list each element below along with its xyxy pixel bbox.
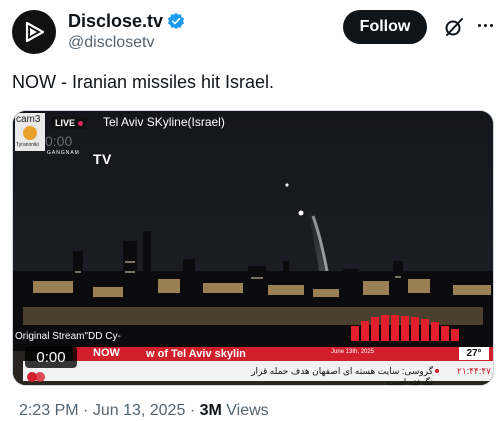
channel-logo: GANGNAM TV: [47, 150, 111, 168]
ticker-red-dot: [435, 369, 439, 373]
cam-badge: cam3 Tyranoniki: [15, 113, 45, 151]
channel-name: TV: [93, 151, 112, 167]
channel-mark-icon: [27, 372, 45, 382]
live-label: LIVE: [55, 118, 76, 128]
cam-logo-icon: [23, 126, 37, 140]
cam-sub: Tyranoniki: [16, 142, 39, 148]
ticker-persian: گروسی: سایت هسته ای اصفهان هدف حمله قرار…: [251, 366, 433, 386]
ticker-now: NOW: [93, 347, 120, 359]
ticker-headline: w of Tel Aviv skylin: [146, 348, 246, 360]
ticker-temp: 27°: [459, 347, 489, 360]
ticker-number: ۲۱:۴۴:۴۷: [457, 366, 492, 376]
views-label: Views: [226, 402, 269, 419]
views-count[interactable]: 3M: [200, 402, 222, 419]
meta-separator: ·: [189, 402, 196, 419]
display-name[interactable]: Disclose.tv: [68, 11, 163, 32]
play-play-icon: [25, 21, 45, 43]
ticker-top-bar: [73, 347, 493, 361]
stream-title: Tel Aviv SKyline(Israel): [103, 115, 225, 129]
tweet-header: Disclose.tv @disclosetv Follow: [12, 8, 493, 56]
faint-time: 0:00: [45, 133, 73, 149]
avatar[interactable]: [12, 10, 56, 54]
tweet-text: NOW - Iranian missiles hit Israel.: [12, 72, 275, 92]
news-ticker: NOW w of Tel Aviv skylin June 13th, 2025…: [13, 347, 493, 385]
channel-small: GANGNAM: [47, 150, 80, 156]
original-stream-label: Original Stream"DD Cy-: [15, 331, 121, 342]
ticker-bottom-bar: گروسی: سایت هسته ای اصفهان هدف حمله قرار…: [23, 361, 493, 385]
live-badge: LIVE: [51, 117, 88, 129]
handle[interactable]: @disclosetv: [68, 34, 185, 52]
follow-button[interactable]: Follow: [343, 10, 427, 44]
player-time: 0:00: [25, 346, 77, 368]
verified-badge-icon[interactable]: [167, 12, 185, 30]
night-skyline-image: [13, 111, 493, 385]
tweet-time[interactable]: 2:23 PM: [19, 402, 79, 419]
video-player[interactable]: cam3 Tyranoniki LIVE Tel Aviv SKyline(Is…: [12, 110, 494, 386]
meta-separator: ·: [83, 402, 89, 419]
live-dot-icon: [78, 120, 84, 126]
tweet-date[interactable]: Jun 13, 2025: [93, 402, 186, 419]
tweet-meta: 2:23 PM · Jun 13, 2025 · 3M Views: [19, 402, 269, 420]
account-names: Disclose.tv @disclosetv: [68, 10, 185, 52]
ticker-date: June 13th, 2025: [331, 349, 375, 355]
more-dots-icon[interactable]: [474, 14, 496, 36]
cam-label: cam3: [16, 114, 41, 125]
grok-icon[interactable]: [443, 16, 465, 38]
